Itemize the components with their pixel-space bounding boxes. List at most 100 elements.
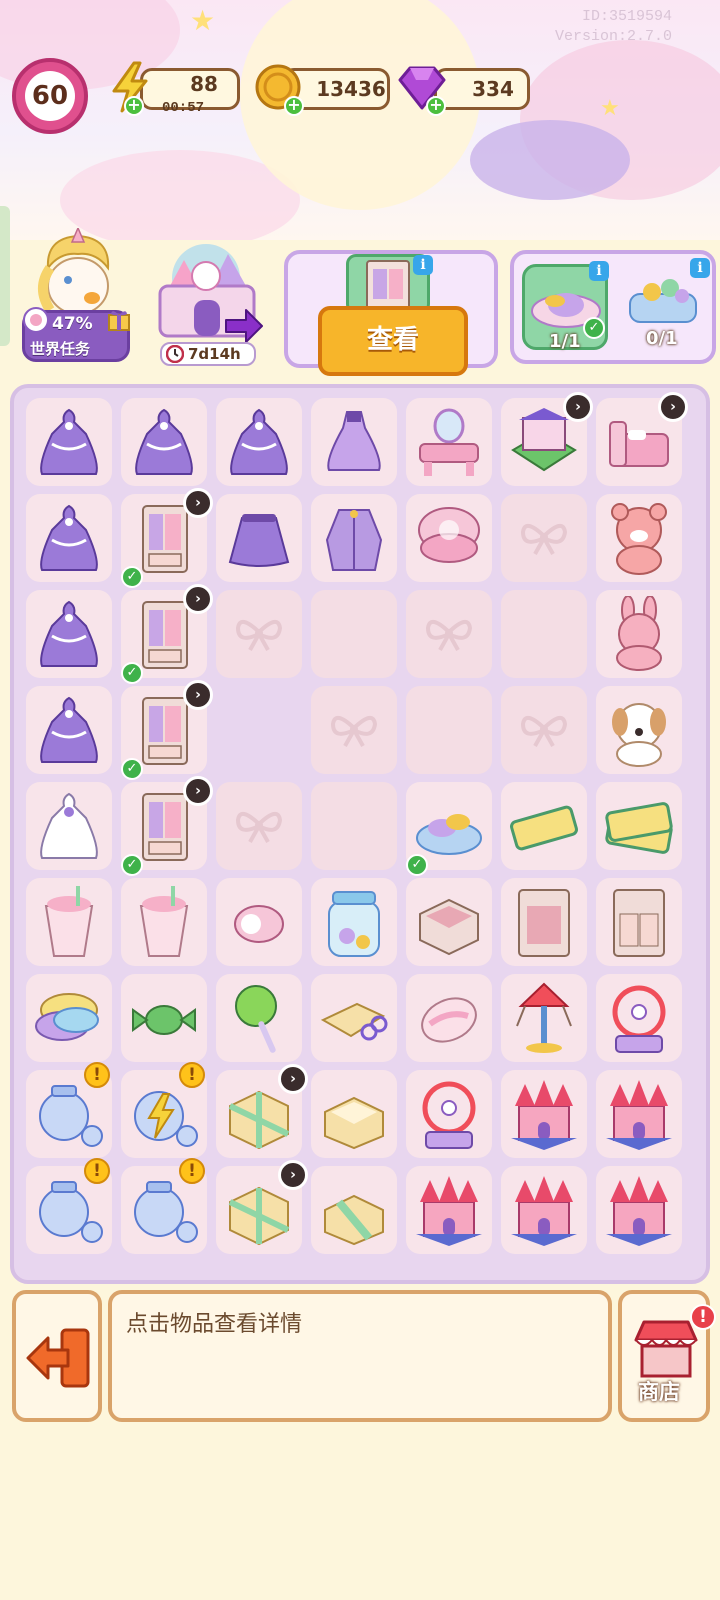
board-item-purple-skirt[interactable] <box>216 494 302 582</box>
bow-icon <box>330 716 378 747</box>
empty-cell[interactable] <box>501 494 587 582</box>
cabinet-icon <box>518 889 570 957</box>
view-button[interactable]: 查看 <box>318 306 468 376</box>
add-gems-button[interactable]: + <box>426 96 446 116</box>
board-item-gift-box[interactable]: › <box>216 1160 308 1254</box>
board-item-open-box[interactable] <box>311 1070 397 1158</box>
shop-button[interactable]: ! 商店 <box>618 1290 716 1422</box>
version-text: Version:2.7.0 <box>554 28 672 45</box>
board-item-cotton-candy[interactable] <box>26 974 112 1062</box>
empty-cell[interactable] <box>216 782 302 870</box>
board-item-purple-gown[interactable] <box>26 686 112 774</box>
board-item-ticket[interactable] <box>501 782 587 870</box>
board-item-lilac-dress[interactable] <box>311 398 397 486</box>
board-item-milkshake[interactable] <box>121 878 207 966</box>
purple-jacket-icon <box>325 509 383 571</box>
locked-generator-icon: › <box>658 392 688 422</box>
info-icon[interactable]: i <box>690 258 710 278</box>
world-task-button[interactable]: 47% 世界任务 <box>22 228 132 364</box>
board-item-candy-jar[interactable] <box>311 878 397 966</box>
green-candy-icon <box>132 1005 196 1035</box>
paper-scissors-icon <box>320 1002 388 1041</box>
purple-skirt-icon <box>228 514 290 567</box>
empty-cell[interactable] <box>311 686 397 774</box>
info-icon[interactable]: i <box>589 261 609 281</box>
board-item-cabinet[interactable] <box>501 878 587 966</box>
board-item-milkshake[interactable] <box>26 878 112 966</box>
board-item-tickets[interactable] <box>596 782 682 870</box>
event-button[interactable]: 7d14h <box>150 240 264 366</box>
board-item-glass-jar[interactable]: ! <box>26 1158 112 1254</box>
board-item-bunny-plush[interactable] <box>596 590 682 678</box>
empty-cell[interactable] <box>311 590 397 678</box>
board-item-swing-ride[interactable] <box>501 974 587 1062</box>
side-drawer-handle[interactable] <box>0 206 10 346</box>
board-item-wardrobe[interactable]: › ✓ <box>121 488 213 588</box>
board-item-gift-box[interactable]: › <box>216 1064 308 1158</box>
board-item-drawer[interactable] <box>406 878 492 966</box>
world-task-percent: 47% <box>52 314 93 334</box>
board-item-vanity-table[interactable] <box>406 398 492 486</box>
board-item-lollipop[interactable] <box>216 974 302 1062</box>
board-item-castle[interactable] <box>596 1166 682 1254</box>
exit-icon <box>26 1328 90 1388</box>
board-item-candy-plate[interactable]: ✓ <box>406 782 492 876</box>
candy-plate-icon <box>416 814 482 855</box>
board-item-wardrobe[interactable]: › ✓ <box>121 584 213 684</box>
board-item-marshmallow[interactable] <box>406 974 492 1062</box>
board-item-purple-gown[interactable] <box>26 398 112 486</box>
board-item-glass-jar[interactable]: ! <box>121 1158 207 1254</box>
board-item-compact-mirror[interactable] <box>406 494 492 582</box>
board-item-ferris-wheel[interactable] <box>596 974 682 1062</box>
star-icon: ★ <box>190 4 216 37</box>
board-item-paper-scissors[interactable] <box>311 974 397 1062</box>
board-item-wardrobe[interactable]: › ✓ <box>121 680 213 780</box>
add-energy-button[interactable]: + <box>124 96 144 116</box>
board-item-sweet-shop[interactable]: › <box>501 392 593 486</box>
board-item-purple-gown[interactable] <box>26 494 112 582</box>
board-item-ferris-wheel[interactable] <box>406 1070 492 1158</box>
board-item-green-candy[interactable] <box>121 974 207 1062</box>
exit-button[interactable] <box>12 1290 102 1422</box>
locked-generator-icon: › <box>183 488 213 518</box>
empty-cell[interactable] <box>406 686 492 774</box>
board-item-pink-bed[interactable]: › <box>596 392 688 486</box>
roll-cake-icon <box>234 905 284 943</box>
gem-counter[interactable]: 334 <box>434 68 530 110</box>
board-item-energy-jar[interactable]: ! <box>121 1062 207 1158</box>
selected-item-slot[interactable]: i <box>346 254 433 314</box>
board-item-purple-gown[interactable] <box>216 398 302 486</box>
empty-cell[interactable] <box>311 782 397 870</box>
board-item-castle[interactable] <box>501 1070 587 1158</box>
board-item-purple-gown[interactable] <box>26 590 112 678</box>
board-item-glass-jar[interactable]: ! <box>26 1062 112 1158</box>
board-item-roll-cake[interactable] <box>216 878 302 966</box>
event-countdown-text: 7d14h <box>188 345 241 363</box>
empty-cell[interactable] <box>501 686 587 774</box>
board-item-puppy-plush[interactable] <box>596 686 682 774</box>
order-slot-2[interactable]: i 0/1 <box>620 258 710 350</box>
order-slot-1[interactable]: i 1/1 ✓ <box>522 261 609 352</box>
empty-cell[interactable] <box>216 590 302 678</box>
add-coins-button[interactable]: + <box>284 96 304 116</box>
board-item-wardrobe[interactable]: › ✓ <box>121 776 213 876</box>
board-item-white-gown[interactable] <box>26 782 112 870</box>
info-icon[interactable]: i <box>413 255 433 275</box>
board-item-castle[interactable] <box>406 1166 492 1254</box>
board-item-castle[interactable] <box>501 1166 587 1254</box>
empty-cell[interactable] <box>406 590 492 678</box>
event-countdown: 7d14h <box>160 342 256 366</box>
board-item-castle[interactable] <box>596 1070 682 1158</box>
player-level-badge[interactable]: 60 <box>12 58 88 134</box>
board-item-bear-plush[interactable] <box>596 494 682 582</box>
ribbon-box-icon <box>324 1194 384 1246</box>
swing-ride-icon <box>516 982 572 1053</box>
clock-icon <box>166 345 184 363</box>
merge-grid: › › › ✓ › ✓ › ✓ › ✓ ✓!! ›!! › <box>26 392 702 1268</box>
board-item-ribbon-box[interactable] <box>311 1166 397 1254</box>
board-item-dresser[interactable] <box>596 878 682 966</box>
purple-gown-icon <box>40 696 98 763</box>
board-item-purple-jacket[interactable] <box>311 494 397 582</box>
empty-cell[interactable] <box>501 590 587 678</box>
board-item-purple-gown[interactable] <box>121 398 207 486</box>
